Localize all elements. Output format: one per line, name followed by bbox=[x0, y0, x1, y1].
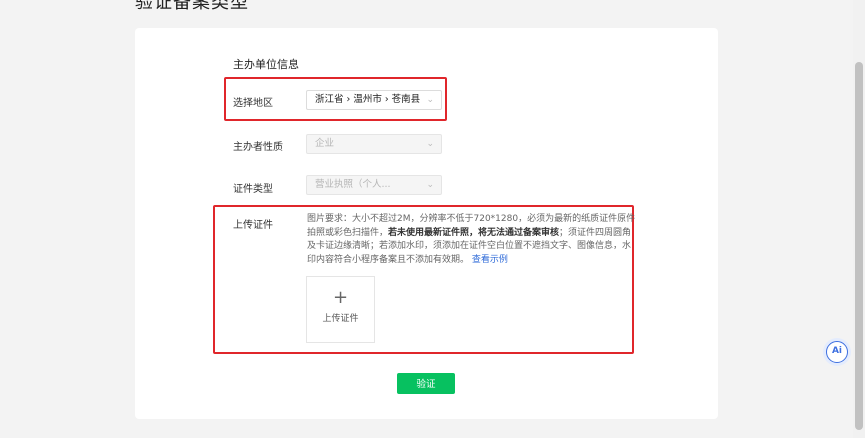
form-card: 主办单位信息 选择地区 浙江省 › 温州市 › 苍南县 ⌄ 主办者性质 企业 ⌄… bbox=[135, 28, 718, 419]
cert-type-value: 营业执照（个人... bbox=[315, 179, 391, 190]
cert-type-label: 证件类型 bbox=[233, 184, 273, 195]
chevron-down-icon: ⌄ bbox=[426, 139, 434, 149]
nature-select[interactable]: 企业 ⌄ bbox=[306, 134, 442, 154]
chevron-down-icon: ⌄ bbox=[426, 180, 434, 190]
upload-box-label: 上传证件 bbox=[322, 314, 359, 324]
hint-text-bold: 若未使用最新证件照，将无法通过备案审核 bbox=[388, 227, 560, 238]
chevron-down-icon: ⌄ bbox=[426, 95, 434, 105]
verify-button[interactable]: 验证 bbox=[397, 373, 455, 394]
section-title: 主办单位信息 bbox=[233, 58, 299, 71]
page-title: 验证备案类型 bbox=[135, 0, 249, 13]
cert-type-select[interactable]: 营业执照（个人... ⌄ bbox=[306, 175, 442, 195]
upload-requirements-text: 图片要求：大小不超过2M，分辨率不低于720*1280，必须为最新的纸质证件原件… bbox=[307, 213, 637, 267]
upload-certificate-box[interactable]: + 上传证件 bbox=[306, 276, 375, 343]
nature-value: 企业 bbox=[315, 138, 335, 149]
upload-label: 上传证件 bbox=[233, 220, 273, 231]
ai-assistant-button[interactable]: Ai bbox=[826, 341, 848, 363]
scrollbar-thumb[interactable] bbox=[855, 62, 863, 430]
view-example-link[interactable]: 查看示例 bbox=[472, 255, 508, 265]
plus-icon: + bbox=[332, 287, 349, 308]
region-label: 选择地区 bbox=[233, 98, 273, 109]
region-value: 浙江省 › 温州市 › 苍南县 bbox=[315, 94, 421, 105]
region-select[interactable]: 浙江省 › 温州市 › 苍南县 ⌄ bbox=[306, 90, 442, 110]
scrollbar[interactable] bbox=[853, 0, 865, 438]
nature-label: 主办者性质 bbox=[233, 142, 283, 153]
